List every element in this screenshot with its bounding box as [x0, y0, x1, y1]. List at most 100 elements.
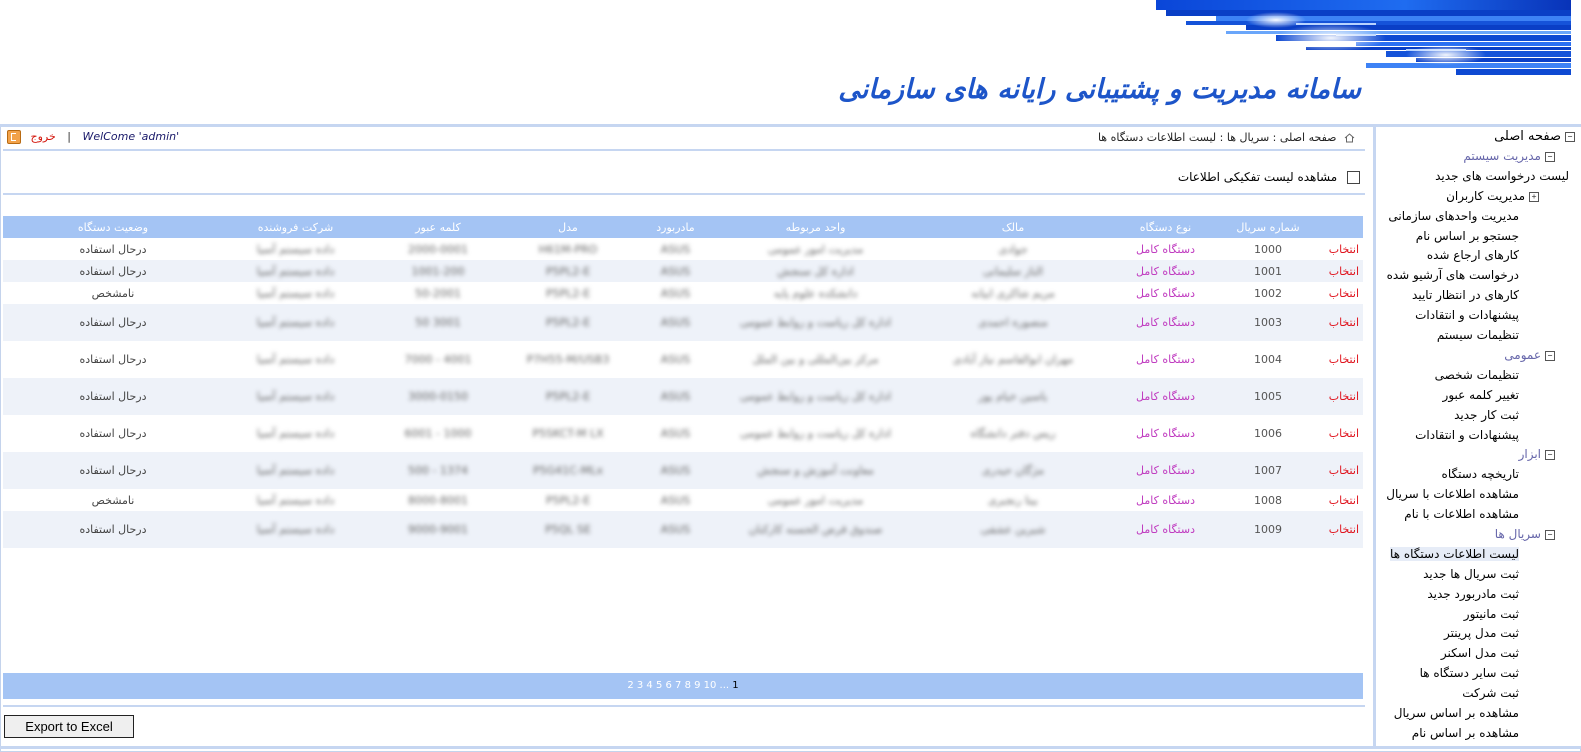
row-vendor: داده سیستم آسیا [223, 341, 368, 378]
column-header-vendor[interactable]: شرکت فروشنده [223, 216, 368, 238]
nav-item-0-3[interactable]: جستجو بر اساس نام [1416, 229, 1519, 243]
nav-item-0-5[interactable]: درخواست های آرشیو شده [1387, 268, 1519, 282]
row-password: 1374 - 500 [368, 452, 508, 489]
row-unit-value: اداره کل سنجش [777, 264, 854, 278]
nav-group-2-label: ابزار [1518, 447, 1541, 461]
column-header-serial[interactable]: شماره سریال [1213, 216, 1323, 238]
row-serial: 1000 [1213, 238, 1323, 260]
collapse-icon[interactable]: − [1565, 131, 1575, 142]
exit-link[interactable]: خروج [31, 130, 56, 143]
user-bar: خروج | WelCome 'admin' [7, 130, 179, 144]
nav-item-0-2[interactable]: مدیریت واحدهای سازمانی [1388, 209, 1519, 223]
row-select-link[interactable]: انتخاب [1323, 489, 1363, 511]
nav-item-3-5-label: ثبت مدل اسکنر [1440, 646, 1519, 660]
nav-group-0[interactable]: −مدیریت سیستم [1463, 149, 1555, 163]
row-device-type: دستگاه کامل [1118, 238, 1213, 260]
nav-item-0-8[interactable]: تنظیمات سیستم [1437, 328, 1519, 342]
nav-item-3-1[interactable]: ثبت سریال ها جدید [1423, 567, 1519, 581]
row-model-value: P7H55-M/USB3 [526, 353, 610, 366]
row-motherboard: ASUS [628, 452, 723, 489]
breadcrumb: صفحه اصلی : سریال ها : لیست اطلاعات دستگ… [1098, 131, 1355, 144]
breadcrumb-text[interactable]: صفحه اصلی : سریال ها : لیست اطلاعات دستگ… [1098, 131, 1337, 144]
nav-item-3-6-label: ثبت سایر دستگاه ها [1419, 666, 1519, 680]
export-excel-button[interactable]: Export to Excel [4, 715, 134, 738]
nav-item-3-5[interactable]: ثبت مدل اسکنر [1441, 646, 1519, 660]
nav-item-0-1[interactable]: + مدیریت کاربران [1446, 189, 1539, 203]
pager-pages[interactable]: 2 3 4 5 6 7 8 9 10 ... [627, 680, 729, 691]
row-select-link[interactable]: انتخاب [1323, 282, 1363, 304]
nav-item-2-1-label: مشاهده اطلاعات با سریال [1386, 487, 1519, 501]
column-header-owner[interactable]: مالک [908, 216, 1118, 238]
row-vendor: داده سیستم آسیا [223, 378, 368, 415]
row-password-value: 9000-9001 [408, 523, 468, 536]
row-model: P5PL2-E [508, 378, 628, 415]
row-select-link[interactable]: انتخاب [1323, 452, 1363, 489]
collapse-icon[interactable]: − [1545, 350, 1555, 361]
collapse-icon[interactable]: − [1545, 529, 1555, 540]
nav-item-1-3[interactable]: پیشنهادات و انتقادات [1415, 428, 1519, 442]
row-motherboard-value: ASUS [660, 493, 691, 507]
nav-item-0-6[interactable]: کارهای در انتظار تایید [1412, 288, 1519, 302]
nav-item-3-8[interactable]: مشاهده بر اساس سریال [1394, 706, 1519, 720]
nav-item-3-7[interactable]: ثبت شرکت [1462, 686, 1519, 700]
nav-group-0-label: مدیریت سیستم [1463, 149, 1541, 163]
column-header-password[interactable]: کلمه عبور [368, 216, 508, 238]
exit-icon[interactable] [7, 130, 21, 144]
nav-item-3-2[interactable]: ثبت مادربورد جدید [1427, 587, 1519, 601]
row-vendor-value: داده سیستم آسیا [256, 493, 335, 507]
row-model-value: P5PL2-E [545, 493, 591, 507]
separate-list-toggle[interactable]: مشاهده لیست تفکیکی اطلاعات [1178, 170, 1360, 184]
row-select-link[interactable]: انتخاب [1323, 238, 1363, 260]
nav-item-3-9[interactable]: مشاهده بر اساس نام [1412, 726, 1519, 740]
row-unit-value: مدیریت امور عمومی [767, 242, 864, 256]
nav-item-1-0[interactable]: تنظیمات شخصی [1435, 368, 1519, 382]
row-vendor-value: داده سیستم آسیا [256, 242, 335, 256]
expand-icon[interactable]: + [1529, 191, 1539, 202]
nav-group-2[interactable]: −ابزار [1519, 447, 1555, 461]
collapse-icon[interactable]: − [1545, 151, 1555, 162]
row-password-value: 3001 50 [415, 316, 461, 329]
nav-item-1-1[interactable]: تغییر کلمه عبور [1443, 388, 1519, 402]
nav-item-0-0[interactable]: لیست درخواست های جدید [1435, 169, 1569, 183]
row-select-link[interactable]: انتخاب [1323, 260, 1363, 282]
nav-item-2-2[interactable]: مشاهده اطلاعات با نام [1404, 507, 1519, 521]
row-device-type: دستگاه کامل [1118, 489, 1213, 511]
row-select-link[interactable]: انتخاب [1323, 511, 1363, 548]
separate-list-checkbox[interactable] [1347, 171, 1360, 184]
nav-item-3-6[interactable]: ثبت سایر دستگاه ها [1420, 666, 1519, 680]
nav-item-2-1[interactable]: مشاهده اطلاعات با سریال [1386, 487, 1519, 501]
row-motherboard: ASUS [628, 260, 723, 282]
nav-item-3-3[interactable]: ثبت مانیتور [1464, 607, 1519, 621]
nav-item-0-4[interactable]: کارهای ارجاع شده [1427, 248, 1519, 262]
row-owner: ریس دفتر دانشگاه [908, 415, 1118, 452]
nav-root-home[interactable]: −صفحه اصلی [1494, 129, 1575, 144]
row-owner-value: مریم شاکری ابیانه [971, 286, 1055, 300]
home-icon[interactable] [1344, 133, 1355, 143]
nav-item-2-0[interactable]: تاریخچه دستگاه [1442, 467, 1519, 481]
column-header-unit[interactable]: واحد مربوطه [723, 216, 908, 238]
row-select-link[interactable]: انتخاب [1323, 378, 1363, 415]
row-unit: مدیریت امور عمومی [723, 238, 908, 260]
nav-item-1-2[interactable]: ثبت کار جدید [1454, 408, 1519, 422]
nav-item-2-0-label: تاریخچه دستگاه [1441, 467, 1519, 481]
row-password-value: 3000-0150 [408, 390, 468, 403]
row-select-link[interactable]: انتخاب [1323, 304, 1363, 341]
column-header-motherboard[interactable]: مادربورد [628, 216, 723, 238]
nav-group-3[interactable]: −سریال ها [1495, 527, 1555, 541]
nav-item-3-0[interactable]: لیست اطلاعات دستگاه ها [1390, 547, 1519, 561]
nav-item-0-1-label: مدیریت کاربران [1446, 189, 1525, 203]
row-select-link[interactable]: انتخاب [1323, 341, 1363, 378]
column-header-status[interactable]: وضعیت دستگاه [3, 216, 223, 238]
row-motherboard-value: ASUS [660, 427, 691, 440]
row-vendor-value: داده سیستم آسیا [256, 316, 335, 329]
row-select-link[interactable]: انتخاب [1323, 415, 1363, 452]
nav-item-0-7[interactable]: پیشنهادات و انتقادات [1415, 308, 1519, 322]
nav-group-1[interactable]: −عمومی [1504, 348, 1555, 362]
column-header-type[interactable]: نوع دستگاه [1118, 216, 1213, 238]
row-model: H61M-PRO [508, 238, 628, 260]
nav-item-3-4[interactable]: ثبت مدل پرینتر [1444, 626, 1519, 640]
column-header-model[interactable]: مدل [508, 216, 628, 238]
row-unit: صندوق قرض الحسنه کارکنان [723, 511, 908, 548]
row-password: 1000 - 6001 [368, 415, 508, 452]
collapse-icon[interactable]: − [1545, 449, 1555, 460]
